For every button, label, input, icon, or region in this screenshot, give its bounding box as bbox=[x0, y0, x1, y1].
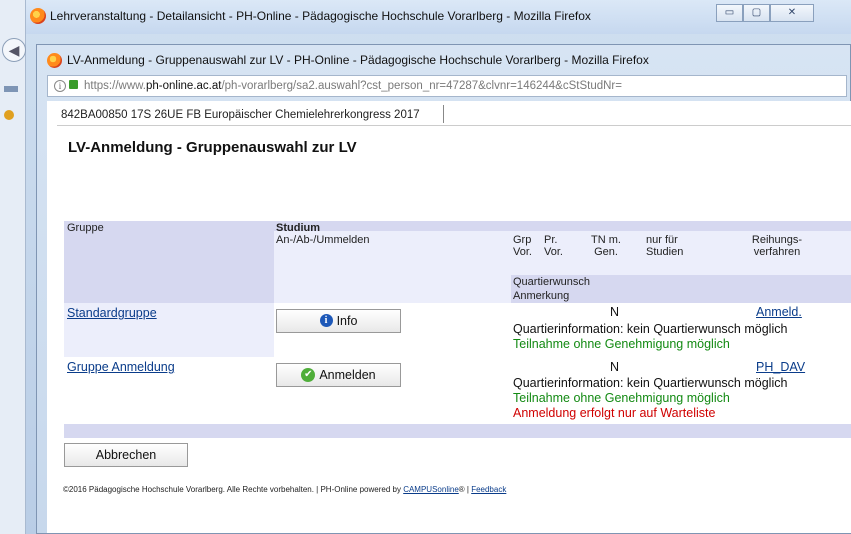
breadcrumb-underline bbox=[57, 125, 851, 126]
url-path: /ph-vorarlberg/sa2.auswahl?cst_person_nr… bbox=[221, 80, 622, 92]
page-title: LV-Anmeldung - Gruppenauswahl zur LV bbox=[68, 139, 357, 156]
row1-tn: N bbox=[610, 305, 620, 319]
header-tn-gen: TN m. Gen. bbox=[591, 234, 621, 258]
info-button[interactable]: i Info bbox=[276, 309, 401, 333]
header-nur-fuer: nur für Studien bbox=[646, 234, 684, 258]
breadcrumb-divider bbox=[443, 105, 444, 123]
group-link-gruppe-anmeldung[interactable]: Gruppe Anmeldung bbox=[67, 360, 175, 374]
addon-icon bbox=[4, 110, 14, 120]
info-icon: i bbox=[319, 314, 333, 328]
minimize-button[interactable]: ▭ bbox=[716, 4, 743, 22]
header-studium: Studium bbox=[276, 222, 320, 234]
row1-quartier: Quartierinformation: kein Quartierwunsch… bbox=[513, 322, 788, 336]
page-content: 842BA00850 17S 26UE FB Europäischer Chem… bbox=[47, 101, 851, 533]
back-arrow-icon[interactable]: ◀ bbox=[2, 38, 26, 62]
outer-browser-window: ◀ Lehrveranstaltung - Detailansicht - PH… bbox=[0, 0, 851, 534]
inner-window-title: LV-Anmeldung - Gruppenauswahl zur LV - P… bbox=[67, 53, 649, 67]
outer-titlebar: Lehrveranstaltung - Detailansicht - PH-O… bbox=[26, 0, 851, 34]
inner-popup-window: LV-Anmeldung - Gruppenauswahl zur LV - P… bbox=[36, 44, 851, 534]
breadcrumb[interactable]: 842BA00850 17S 26UE FB Europäischer Chem… bbox=[61, 107, 420, 124]
header-reihung: Reihungs-verfahren bbox=[751, 234, 803, 258]
url-bar[interactable]: i https://www.ph-online.ac.at/ph-vorarlbe… bbox=[47, 75, 847, 97]
footer: ©2016 Pädagogische Hochschule Vorarlberg… bbox=[63, 485, 507, 494]
row2-tn: N bbox=[610, 360, 620, 374]
row2-reihung-link[interactable]: PH_DAV bbox=[756, 360, 805, 374]
background-window-strip: ◀ bbox=[0, 0, 26, 534]
feedback-link[interactable]: Feedback bbox=[471, 485, 506, 494]
header-an-ab-um: An-/Ab-/Ummelden bbox=[276, 234, 370, 246]
row1-reihung-link[interactable]: Anmeld. bbox=[756, 305, 802, 319]
header-grp-vor: Grp Vor. bbox=[513, 234, 532, 258]
header-gruppe: Gruppe bbox=[67, 222, 104, 234]
checkmark-icon: ✔ bbox=[301, 367, 316, 382]
lock-icon bbox=[69, 80, 78, 90]
header-anmerkung: Anmerkung bbox=[513, 290, 570, 302]
firefox-logo-icon bbox=[30, 8, 46, 24]
header-quartierwunsch: Quartierwunsch bbox=[513, 276, 591, 288]
url-host: ph-online.ac.at bbox=[146, 80, 222, 92]
cancel-button[interactable]: Abbrechen bbox=[64, 443, 188, 467]
url-prefix: https://www. bbox=[84, 80, 146, 92]
row1-note: Teilnahme ohne Genehmigung möglich bbox=[513, 337, 730, 351]
table-footer-band bbox=[64, 424, 851, 438]
close-button[interactable]: ✕ bbox=[770, 4, 814, 22]
site-info-icon[interactable]: i bbox=[54, 80, 66, 92]
anmelden-button[interactable]: ✔ Anmelden bbox=[276, 363, 401, 387]
row2-note: Teilnahme ohne Genehmigung möglich bbox=[513, 391, 730, 405]
outer-window-title: Lehrveranstaltung - Detailansicht - PH-O… bbox=[50, 9, 591, 23]
maximize-button[interactable]: ▢ bbox=[743, 4, 770, 22]
campusonline-link[interactable]: CAMPUSonline bbox=[403, 485, 459, 494]
group-link-standardgruppe[interactable]: Standardgruppe bbox=[67, 306, 157, 320]
firefox-logo-icon bbox=[47, 53, 62, 68]
row2-warning: Anmeldung erfolgt nur auf Warteliste bbox=[513, 406, 716, 420]
header-pr-vor: Pr. Vor. bbox=[544, 234, 563, 258]
tab-marker-icon bbox=[4, 86, 18, 92]
window-controls: ▭ ▢ ✕ bbox=[716, 4, 814, 22]
row2-quartier: Quartierinformation: kein Quartierwunsch… bbox=[513, 376, 788, 390]
